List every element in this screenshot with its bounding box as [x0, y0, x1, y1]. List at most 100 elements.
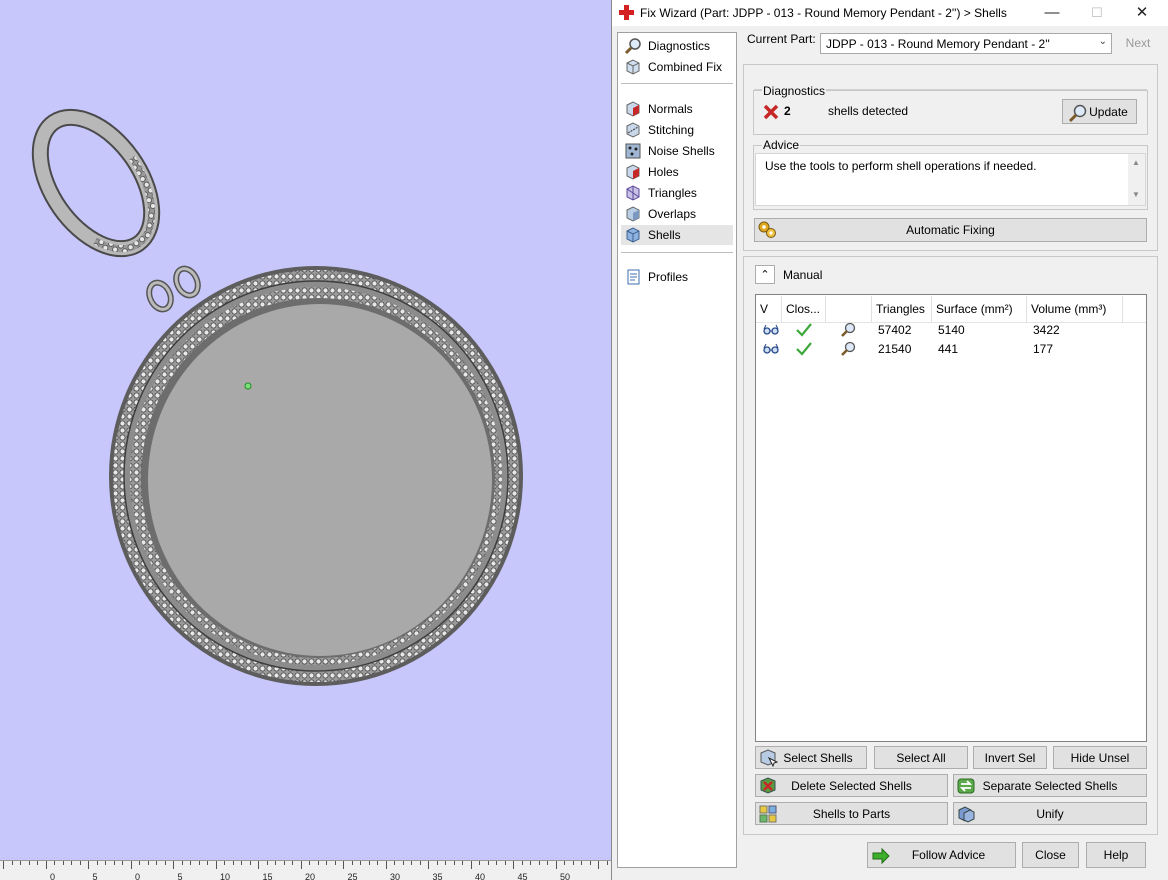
select-all-button[interactable]: Select All — [874, 746, 968, 769]
ruler-tick — [411, 861, 412, 865]
unify-button[interactable]: Unify — [953, 802, 1147, 825]
ruler-tick — [581, 861, 582, 865]
help-button[interactable]: Help — [1086, 842, 1146, 868]
ruler-tick — [428, 861, 429, 869]
nav-item-stitching[interactable]: Stitching — [621, 120, 733, 140]
ruler-tick — [105, 861, 106, 865]
nav-divider — [621, 252, 733, 253]
maximize-button[interactable]: ☐ — [1074, 0, 1120, 26]
follow-advice-label: Follow Advice — [911, 848, 986, 862]
nav-item-holes[interactable]: Holes — [621, 162, 733, 182]
col-header-volume[interactable]: Volume (mm³) — [1027, 296, 1123, 322]
collapse-manual-button[interactable]: ⌃ — [755, 265, 775, 284]
ruler-tick — [71, 861, 72, 865]
minimize-button[interactable]: — — [1029, 0, 1075, 26]
ruler-tick — [479, 861, 480, 865]
close-window-button[interactable]: ✕ — [1119, 0, 1165, 26]
col-header-surface[interactable]: Surface (mm²) — [932, 296, 1027, 322]
diagnostics-title-overlay: Diagnostics — [762, 84, 827, 98]
title-bar[interactable]: Fix Wizard (Part: JDPP - 013 - Round Mem… — [612, 0, 1168, 26]
update-button[interactable]: Update — [1062, 99, 1137, 124]
close-button[interactable]: Close — [1022, 842, 1079, 868]
advice-textbox[interactable]: Use the tools to perform shell operation… — [755, 153, 1146, 206]
nav-item-shells[interactable]: Shells — [621, 225, 733, 245]
ruler-label: 0 — [50, 872, 56, 880]
ruler-label: 20 — [305, 872, 316, 880]
ruler-tick — [394, 861, 395, 865]
ruler-tick — [445, 861, 446, 865]
hide-unselected-button[interactable]: Hide Unsel — [1053, 746, 1147, 769]
shells-table[interactable]: V Clos... Triangles Surface (mm²) Volume… — [755, 294, 1147, 742]
nav-item-label: Overlaps — [648, 207, 697, 221]
ruler-tick — [11, 861, 13, 865]
glasses-icon[interactable] — [763, 324, 779, 336]
ruler-tick — [88, 861, 89, 869]
ruler-tick — [589, 861, 591, 865]
select-shells-button[interactable]: Select Shells — [755, 746, 867, 769]
ruler-tick — [555, 861, 557, 869]
ruler-tick — [62, 861, 64, 865]
ruler-tick — [436, 861, 438, 865]
scroll-down-icon[interactable]: ▼ — [1132, 190, 1140, 199]
automatic-fixing-button[interactable]: Automatic Fixing — [754, 218, 1147, 242]
col-header-triangles[interactable]: Triangles — [872, 296, 932, 322]
col-header-visible[interactable]: V — [756, 296, 782, 322]
pendant-model[interactable] — [0, 0, 612, 860]
ruler-tick — [28, 861, 30, 865]
noise-shells-icon — [625, 143, 641, 159]
ruler-tick — [232, 861, 234, 865]
cell-volume: 177 — [1033, 342, 1054, 356]
nav-item-label: Holes — [648, 165, 679, 179]
follow-advice-button[interactable]: Follow Advice — [867, 842, 1016, 868]
ruler-tick — [79, 861, 81, 865]
invert-selection-button[interactable]: Invert Sel — [973, 746, 1047, 769]
fix-wizard-cross-icon — [619, 5, 634, 20]
shells-to-parts-label: Shells to Parts — [812, 806, 891, 821]
ruler-tick — [309, 861, 310, 865]
shells-to-parts-button[interactable]: Shells to Parts — [755, 802, 948, 825]
separate-selected-shells-button[interactable]: Separate Selected Shells — [953, 774, 1147, 797]
ruler-tick — [402, 861, 404, 865]
nav-item-combined-fix[interactable]: Combined Fix — [621, 57, 733, 77]
ruler-tick — [513, 861, 514, 869]
ruler-tick — [470, 861, 472, 869]
delete-selected-shells-button[interactable]: Delete Selected Shells — [755, 774, 948, 797]
advice-scrollbar[interactable]: ▲ ▼ — [1128, 154, 1145, 205]
update-label: Update — [1089, 104, 1128, 119]
nav-item-noise-shells[interactable]: Noise Shells — [621, 141, 733, 161]
ruler-tick — [292, 861, 293, 865]
current-part-select[interactable]: JDPP - 013 - Round Memory Pendant - 2'' … — [820, 33, 1112, 54]
cell-surface: 441 — [938, 342, 959, 356]
ruler-tick — [530, 861, 531, 865]
scroll-up-icon[interactable]: ▲ — [1132, 158, 1140, 167]
unify-label: Unify — [1036, 806, 1064, 821]
col-header-tool[interactable] — [826, 296, 872, 322]
table-row[interactable]: 21540 441 177 — [756, 340, 1146, 358]
ruler-tick — [572, 861, 574, 865]
col-header-closed[interactable]: Clos... — [782, 296, 826, 322]
ruler-tick — [547, 861, 548, 865]
nav-item-overlaps[interactable]: Overlaps — [621, 204, 733, 224]
ruler-tick — [113, 861, 115, 865]
fix-wizard-dialog: Fix Wizard (Part: JDPP - 013 - Round Mem… — [611, 0, 1168, 880]
nav-item-triangles[interactable]: Triangles — [621, 183, 733, 203]
glasses-icon[interactable] — [763, 343, 779, 355]
current-part-label: Current Part: — [747, 32, 816, 46]
ruler-tick — [198, 861, 200, 865]
nav-item-normals[interactable]: Normals — [621, 99, 733, 119]
ruler-tick — [368, 861, 370, 865]
nav-item-diagnostics[interactable]: Diagnostics — [621, 36, 733, 56]
3d-viewport[interactable]: 0 5 0 5 10 15 20 25 30 35 40 45 50 — [0, 0, 612, 880]
ruler-tick — [207, 861, 208, 865]
magnifier-icon — [1068, 104, 1087, 123]
table-row[interactable]: 57402 5140 3422 — [756, 321, 1146, 339]
zoom-to-shell-icon[interactable] — [840, 322, 856, 338]
nav-item-profiles[interactable]: Profiles — [621, 267, 733, 287]
zoom-to-shell-icon[interactable] — [840, 341, 856, 357]
ruler-tick — [3, 861, 4, 869]
ruler-tick — [606, 861, 608, 865]
ruler-tick — [96, 861, 98, 865]
next-button[interactable]: Next — [1116, 33, 1160, 54]
ruler-label: 25 — [347, 872, 358, 880]
ruler-tick — [334, 861, 336, 865]
